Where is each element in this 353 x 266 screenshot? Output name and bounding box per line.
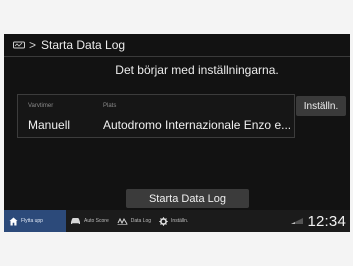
data-log-icon bbox=[117, 217, 128, 225]
home-icon bbox=[9, 217, 18, 225]
signal-icon bbox=[291, 218, 304, 224]
place-value: Autodromo Internazionale Enzo e... bbox=[103, 118, 292, 132]
car-icon bbox=[71, 218, 80, 224]
page-frame: > Starta Data Log Det börjar med inställ… bbox=[0, 0, 353, 266]
status-area: 12:34 bbox=[291, 213, 350, 230]
start-data-log-button[interactable]: Starta Data Log bbox=[126, 189, 249, 208]
bottom-nav: Flytta upp Auto Score Data Log Inställn.… bbox=[4, 210, 350, 232]
nav-label-settings: Inställn. bbox=[171, 218, 189, 224]
chevron-right-icon: > bbox=[29, 38, 37, 52]
place-label: Plats bbox=[103, 103, 117, 109]
infotainment-screen: > Starta Data Log Det börjar med inställ… bbox=[4, 34, 350, 232]
page-title: Starta Data Log bbox=[41, 38, 126, 52]
nav-item-settings[interactable]: Inställn. bbox=[155, 210, 192, 232]
header-divider bbox=[4, 56, 350, 57]
header-bar: > Starta Data Log bbox=[4, 34, 350, 56]
settings-row[interactable]: Varvtimer Manuell Plats Autodromo Intern… bbox=[17, 94, 295, 138]
nav-item-auto-score[interactable]: Auto Score bbox=[66, 210, 113, 232]
nav-label-home: Flytta upp bbox=[21, 218, 43, 224]
lap-timer-label: Varvtimer bbox=[28, 103, 54, 109]
gear-icon bbox=[159, 216, 168, 226]
nav-label-auto-score: Auto Score bbox=[84, 218, 109, 224]
clock: 12:34 bbox=[307, 212, 346, 230]
nav-item-home[interactable]: Flytta upp bbox=[4, 210, 66, 232]
nav-label-data-log: Data Log bbox=[130, 218, 152, 224]
nav-item-data-log[interactable]: Data Log bbox=[113, 210, 155, 232]
instruction-text: Det börjar med inställningarna. bbox=[115, 63, 279, 77]
settings-button[interactable]: Inställn. bbox=[296, 96, 346, 116]
lap-timer-value: Manuell bbox=[28, 118, 71, 132]
app-icon[interactable] bbox=[13, 41, 25, 50]
